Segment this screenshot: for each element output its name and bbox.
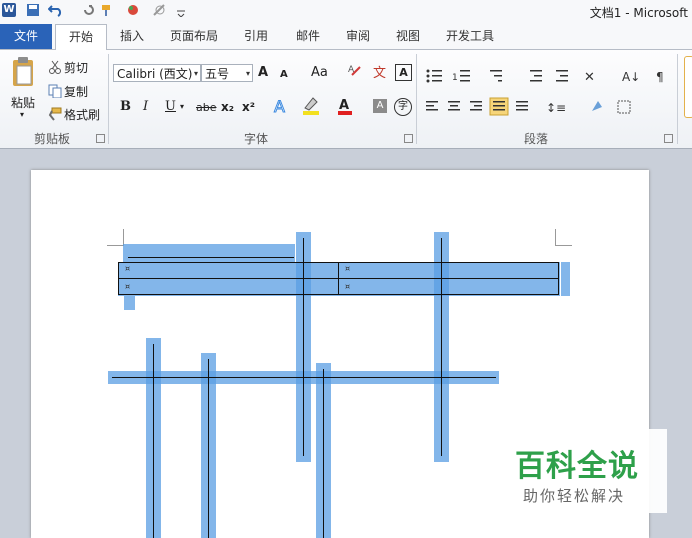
copy-button[interactable]: 复制 bbox=[64, 83, 88, 100]
group-separator bbox=[416, 54, 417, 144]
svg-text:✕: ✕ bbox=[584, 70, 595, 85]
redo-icon[interactable] bbox=[82, 3, 96, 19]
tab-insert[interactable]: 插入 bbox=[114, 24, 150, 49]
styles-gallery[interactable] bbox=[684, 56, 692, 118]
chevron-down-icon[interactable]: ▾ bbox=[180, 98, 184, 116]
selection-highlight-paragraph bbox=[124, 296, 135, 310]
save-icon[interactable] bbox=[26, 3, 40, 19]
cut-button[interactable]: 剪切 bbox=[64, 59, 88, 76]
svg-text:A↓: A↓ bbox=[622, 70, 640, 84]
word-logo-icon[interactable]: W bbox=[2, 3, 16, 17]
shrink-font-button[interactable]: A bbox=[280, 66, 288, 84]
format-painter-quick-icon[interactable] bbox=[100, 3, 122, 19]
paste-button[interactable]: 粘贴 bbox=[11, 94, 35, 111]
font-size-value: 五号 bbox=[205, 67, 230, 81]
enclose-character-icon[interactable]: 字 bbox=[394, 98, 412, 116]
svg-text:A: A bbox=[274, 97, 285, 116]
paragraph-launcher-icon[interactable] bbox=[664, 134, 673, 143]
watermark: 百科全说 助你轻松解决 bbox=[509, 429, 667, 513]
grow-font-button[interactable]: A bbox=[258, 64, 268, 82]
drawn-line[interactable] bbox=[128, 257, 294, 258]
cell-end-mark: ¤ bbox=[345, 264, 351, 273]
drawn-line[interactable] bbox=[323, 369, 324, 538]
copy-icon[interactable] bbox=[48, 84, 62, 99]
paste-icon[interactable] bbox=[10, 56, 36, 90]
cut-icon[interactable] bbox=[48, 60, 62, 74]
tab-references[interactable]: 引用 bbox=[238, 24, 274, 49]
tab-review[interactable]: 审阅 bbox=[340, 24, 376, 49]
drawn-line[interactable] bbox=[112, 377, 496, 378]
cell-end-mark: ¤ bbox=[125, 264, 131, 273]
drawn-line[interactable] bbox=[208, 359, 209, 538]
svg-text:1: 1 bbox=[452, 73, 458, 83]
cell-end-mark: ¤ bbox=[345, 282, 351, 291]
undo-icon[interactable] bbox=[47, 3, 66, 19]
customize-quick-access-icon[interactable] bbox=[176, 3, 186, 19]
chevron-down-icon: ▾ bbox=[193, 69, 198, 78]
margin-corner-top-left bbox=[107, 229, 124, 246]
tab-file[interactable]: 文件 bbox=[0, 24, 52, 49]
paragraph-group-label: 段落 bbox=[523, 132, 548, 146]
svg-text:¶: ¶ bbox=[656, 70, 664, 84]
watermark-title: 百科全说 bbox=[515, 449, 639, 484]
format-painter-button[interactable]: 格式刷 bbox=[64, 106, 100, 123]
color-icon[interactable] bbox=[126, 3, 140, 19]
group-separator bbox=[108, 54, 109, 144]
group-separator bbox=[677, 54, 678, 144]
window-title: 文档1 - Microsoft bbox=[589, 6, 688, 20]
svg-text:↕≡: ↕≡ bbox=[546, 101, 566, 115]
underline-button[interactable]: U bbox=[165, 98, 176, 116]
italic-button[interactable]: I bbox=[143, 98, 148, 116]
subscript-button[interactable]: x₂ bbox=[221, 98, 234, 116]
svg-text:A: A bbox=[339, 98, 349, 113]
font-name-value: Calibri (西文) bbox=[117, 67, 193, 81]
cell-end-mark: ¤ bbox=[125, 282, 131, 291]
font-size-combo[interactable]: 五号 ▾ bbox=[201, 64, 253, 82]
paste-dropdown-icon[interactable]: ▾ bbox=[20, 110, 24, 119]
tab-page-layout[interactable]: 页面布局 bbox=[166, 24, 222, 49]
phonetic-guide-icon[interactable]: 文 bbox=[372, 62, 390, 81]
superscript-button[interactable]: x² bbox=[242, 98, 255, 116]
font-group-label: 字体 bbox=[243, 132, 268, 146]
character-border-icon[interactable]: A bbox=[395, 64, 412, 81]
tab-developer[interactable]: 开发工具 bbox=[440, 24, 500, 49]
eraser-icon[interactable] bbox=[152, 3, 168, 19]
tab-view[interactable]: 视图 bbox=[390, 24, 426, 49]
chevron-down-icon: ▾ bbox=[245, 69, 250, 78]
font-color-icon[interactable]: A bbox=[337, 96, 355, 116]
text-effects-icon[interactable]: A bbox=[272, 96, 292, 117]
clear-formatting-icon[interactable]: A bbox=[348, 62, 364, 80]
paragraph-row-2: ↕≡ bbox=[424, 97, 674, 117]
character-shading-icon[interactable]: A bbox=[373, 99, 387, 113]
font-name-combo[interactable]: Calibri (西文) ▾ bbox=[113, 64, 201, 82]
selection-highlight bbox=[123, 244, 295, 262]
bold-button[interactable]: B bbox=[120, 98, 131, 116]
tab-home[interactable]: 开始 bbox=[55, 24, 107, 51]
font-launcher-icon[interactable] bbox=[404, 134, 413, 143]
format-painter-icon[interactable] bbox=[48, 107, 62, 121]
change-case-button[interactable]: Aa bbox=[311, 64, 328, 82]
selection-highlight-row-end bbox=[561, 262, 570, 296]
clipboard-launcher-icon[interactable] bbox=[96, 134, 105, 143]
svg-text:文: 文 bbox=[373, 66, 386, 80]
tab-mailings[interactable]: 邮件 bbox=[290, 24, 326, 49]
highlight-color-icon[interactable] bbox=[301, 96, 323, 116]
paragraph-row-1: 1 ✕ A↓ ¶ bbox=[424, 66, 674, 86]
strikethrough-button[interactable]: abe bbox=[196, 99, 217, 117]
table-column-divider bbox=[338, 262, 339, 295]
clipboard-group-label: 剪贴板 bbox=[33, 132, 70, 146]
margin-corner-top-right bbox=[555, 229, 572, 246]
drawn-line[interactable] bbox=[153, 344, 154, 538]
watermark-subtitle: 助你轻松解决 bbox=[523, 487, 626, 505]
